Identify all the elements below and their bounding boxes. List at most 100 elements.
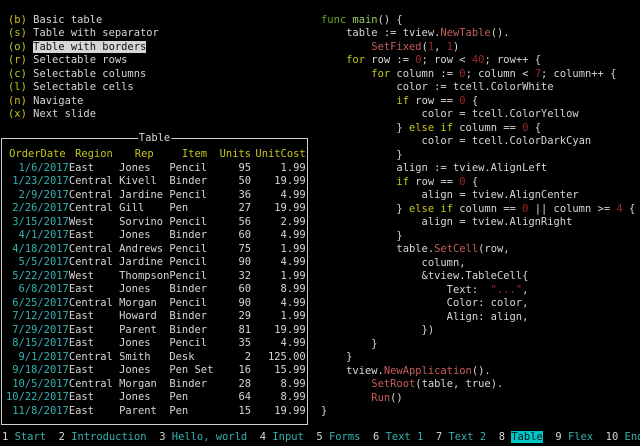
menu-shortcut-key: (l): [8, 81, 27, 93]
table-cell: 90: [220, 297, 251, 311]
table-cell: Jones: [119, 229, 169, 243]
table-cell: East: [69, 337, 119, 351]
table-cell: 125.00: [255, 351, 305, 365]
code-line: for row := 0; row < 40; row++ {: [321, 54, 635, 68]
status-item-introduction[interactable]: 2 Introduction: [59, 431, 147, 443]
table-cell: East: [69, 283, 119, 297]
table-cell: Central: [69, 378, 119, 392]
table-cell: 15: [220, 405, 251, 419]
table-cell: 2/9/2017: [6, 189, 69, 203]
status-item-label: End: [625, 431, 640, 443]
status-item-number: 6: [373, 431, 379, 443]
table-cell: Jones: [119, 283, 169, 297]
menu-item-label: Table with separator: [33, 27, 159, 39]
status-item-label: Text 2: [448, 431, 486, 443]
menu-item-label: Navigate: [33, 95, 83, 107]
table-cell: Pen: [169, 391, 219, 405]
table-cell: 4.99: [255, 256, 305, 270]
code-line: color := tcell.ColorWhite: [321, 81, 635, 95]
menu-item-n[interactable]: (n) Navigate: [8, 95, 159, 109]
menu-item-s[interactable]: (s) Table with separator: [8, 27, 159, 41]
code-line: tview.NewApplication().: [321, 365, 635, 379]
code-line: }): [321, 324, 635, 338]
code-line: color = tcell.ColorDarkCyan: [321, 135, 635, 149]
table-cell: East: [69, 364, 119, 378]
status-item-text-2[interactable]: 7 Text 2: [436, 431, 486, 443]
menu-item-label: Next slide: [33, 108, 96, 120]
menu-item-c[interactable]: (c) Selectable columns: [8, 68, 159, 82]
table-cell: 64: [220, 391, 251, 405]
table-rows: OrderDateRegionRepItemUnitsUnitCost1/6/2…: [2, 139, 307, 424]
menu-item-r[interactable]: (r) Selectable rows: [8, 54, 159, 68]
status-item-text-1[interactable]: 6 Text 1: [373, 431, 423, 443]
code-line: table := tview.NewTable().: [321, 27, 635, 41]
code-line: align := tview.AlignLeft: [321, 162, 635, 176]
status-item-label: Table: [511, 431, 542, 443]
table-cell: 4/1/2017: [6, 229, 69, 243]
table-cell: 29: [220, 310, 251, 324]
table-cell: 1/23/2017: [6, 175, 69, 189]
table-row: 8/15/2017EastJonesPencil354.99: [6, 337, 307, 351]
table-cell: 1.99: [255, 162, 305, 176]
table-cell: 16: [220, 364, 251, 378]
code-line: }: [321, 351, 635, 365]
status-item-hello-world[interactable]: 3 Hello, world: [159, 431, 247, 443]
table-cell: Parent: [119, 405, 169, 419]
menu-item-label: Selectable cells: [33, 81, 134, 93]
table-row: 11/8/2017EastParentPen1519.99: [6, 405, 307, 419]
table-cell: Desk: [169, 351, 219, 365]
menu-item-x[interactable]: (x) Next slide: [8, 108, 159, 122]
column-header-item: Item: [169, 148, 219, 162]
code-line: for column := 0; column < 7; column++ {: [321, 68, 635, 82]
menu-shortcut-key: (c): [8, 68, 27, 80]
table-cell: 19.99: [255, 324, 305, 338]
table-cell: 90: [220, 256, 251, 270]
column-header-unitcost: UnitCost: [255, 148, 305, 162]
table-cell: Thompson: [119, 270, 169, 284]
table-row: 6/8/2017EastJonesBinder608.99: [6, 283, 307, 297]
table-cell: Pen: [169, 405, 219, 419]
code-line: }: [321, 230, 635, 244]
status-item-end[interactable]: 10 End: [606, 431, 640, 443]
menu-shortcut-key: (s): [8, 27, 27, 39]
menu-item-l[interactable]: (l) Selectable cells: [8, 81, 159, 95]
table-cell: 4.99: [255, 229, 305, 243]
status-item-table[interactable]: 8 Table: [499, 431, 543, 443]
table-row: 5/5/2017CentralJardinePencil904.99: [6, 256, 307, 270]
table-row: 1/23/2017CentralKivellBinder5019.99: [6, 175, 307, 189]
status-item-forms[interactable]: 5 Forms: [316, 431, 360, 443]
status-item-number: 10: [606, 431, 619, 443]
table-cell: 7/12/2017: [6, 310, 69, 324]
table-cell: Pencil: [169, 189, 219, 203]
table-row: 4/1/2017EastJonesBinder604.99: [6, 229, 307, 243]
table-cell: Jardine: [119, 256, 169, 270]
table-cell: Parent: [119, 324, 169, 338]
menu-item-o[interactable]: (o) Table with borders: [8, 41, 159, 55]
code-line: SetRoot(table, true).: [321, 378, 635, 392]
table-cell: 60: [220, 283, 251, 297]
table-cell: Binder: [169, 324, 219, 338]
table-cell: East: [69, 229, 119, 243]
status-bar: 1 Start 2 Introduction 3 Hello, world 4 …: [2, 431, 640, 445]
status-item-number: 1: [2, 431, 8, 443]
status-item-number: 2: [59, 431, 65, 443]
table-cell: 5/22/2017: [6, 270, 69, 284]
code-line: Color: color,: [321, 297, 635, 311]
table-cell: 4.99: [255, 297, 305, 311]
table-cell: 9/1/2017: [6, 351, 69, 365]
table-cell: 27: [220, 202, 251, 216]
menu-shortcut-key: (n): [8, 95, 27, 107]
status-item-input[interactable]: 4 Input: [260, 431, 304, 443]
table-cell: 19.99: [255, 202, 305, 216]
menu-item-label: Table with borders: [33, 41, 146, 53]
status-item-flex[interactable]: 9 Flex: [555, 431, 593, 443]
table-cell: Pen: [169, 202, 219, 216]
table-cell: 5/5/2017: [6, 256, 69, 270]
table-cell: Pencil: [169, 270, 219, 284]
table-cell: 50: [220, 175, 251, 189]
menu-item-b[interactable]: (b) Basic table: [8, 14, 159, 28]
status-item-start[interactable]: 1 Start: [2, 431, 46, 443]
table-cell: 10/22/2017: [6, 391, 69, 405]
table-cell: 8/15/2017: [6, 337, 69, 351]
table-panel: Table OrderDateRegionRepItemUnitsUnitCos…: [1, 138, 308, 425]
